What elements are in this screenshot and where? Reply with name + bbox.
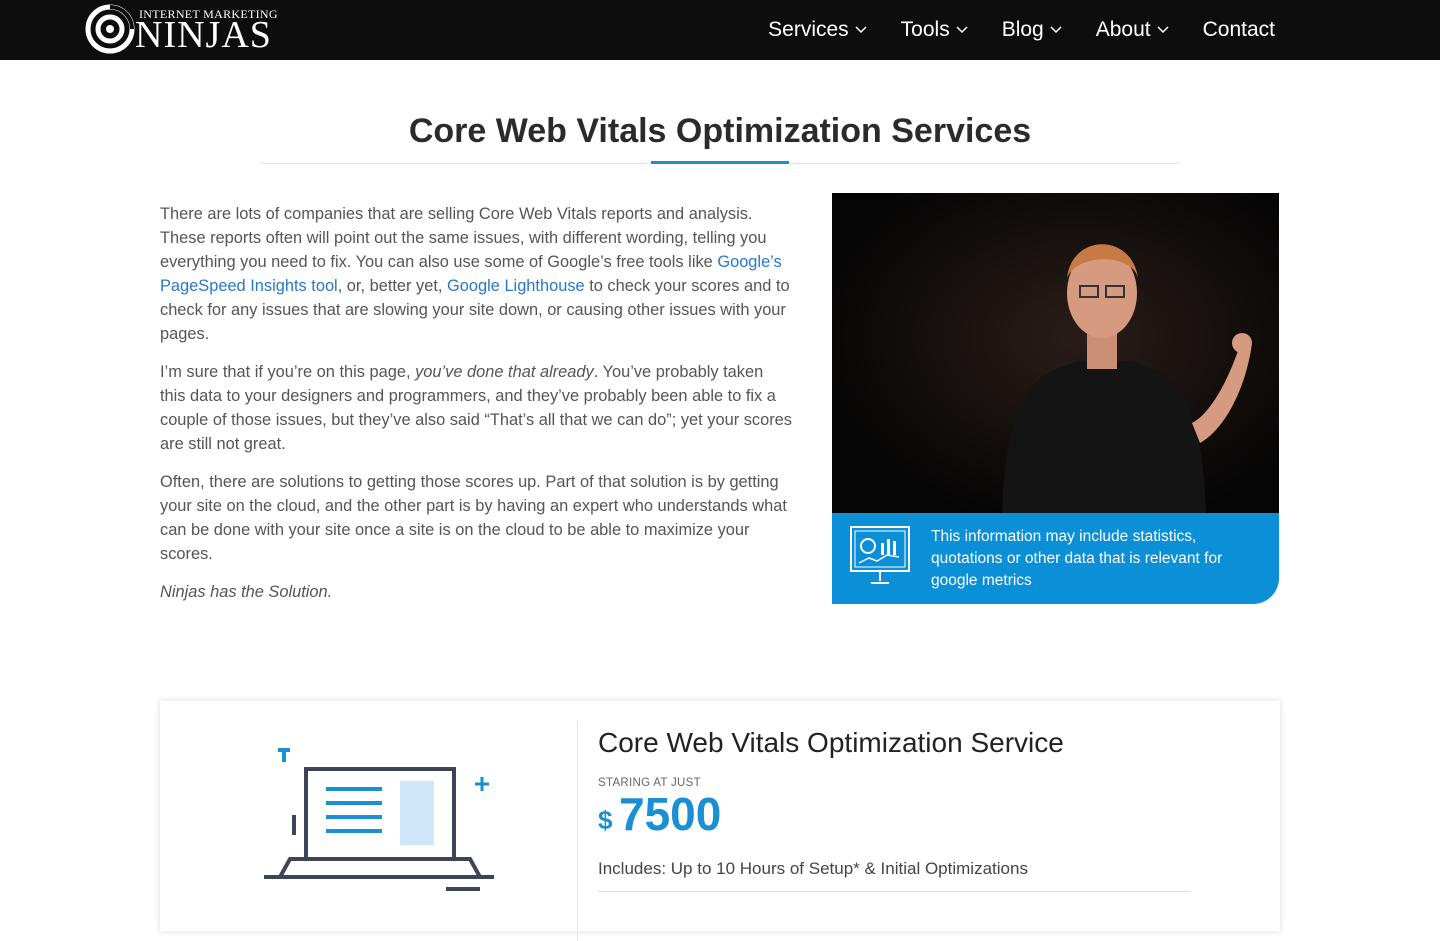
price-currency: $: [598, 805, 613, 835]
intro-paragraph: Ninjas has the Solution.: [160, 580, 792, 604]
service-title: Core Web Vitals Optimization Service: [598, 727, 1064, 758]
laptop-icon: [260, 731, 500, 905]
intro-paragraph: I’m sure that if you’re on this page, yo…: [160, 360, 792, 456]
includes-divider: [598, 891, 1190, 892]
intro-text: There are lots of companies that are sel…: [160, 202, 792, 618]
speaker-video-frame: [832, 193, 1279, 513]
chevron-down-icon: [956, 26, 968, 34]
intro-text-span: I’m sure that if you’re on this page,: [160, 363, 416, 381]
nav-tools-label: Tools: [900, 18, 950, 41]
intro-emphasis: you’ve done that already: [415, 363, 594, 381]
chevron-down-icon: [855, 26, 867, 34]
info-callout-text: This information may include statistics,…: [931, 528, 1223, 589]
google-lighthouse-link[interactable]: Google Lighthouse: [447, 277, 585, 295]
info-callout: This information may include statistics,…: [832, 513, 1279, 604]
intro-emphasis: Ninjas has the Solution.: [160, 583, 333, 601]
chevron-down-icon: [1050, 26, 1062, 34]
nav-blog-label: Blog: [1001, 18, 1044, 41]
top-navigation-bar: INTERNET MARKETING NINJAS Services Tools…: [0, 0, 1440, 60]
nav-services[interactable]: Services: [768, 18, 867, 42]
title-accent-underline: [651, 161, 789, 164]
intro-text-span: , or, better yet,: [337, 277, 448, 295]
logo-wordmark: NINJAS: [135, 14, 272, 56]
nav-contact[interactable]: Contact: [1203, 18, 1275, 42]
includes-text: Includes: Up to 10 Hours of Setup* & Ini…: [598, 859, 1028, 878]
nav-tools[interactable]: Tools: [901, 18, 968, 42]
intro-paragraph: There are lots of companies that are sel…: [160, 202, 792, 346]
nav-blog[interactable]: Blog: [1002, 18, 1062, 42]
nav-about[interactable]: About: [1096, 18, 1169, 42]
nav-contact-label: Contact: [1202, 18, 1275, 41]
main-nav: Services Tools Blog About Contact: [734, 0, 1275, 60]
card-divider: [577, 721, 578, 941]
ninja-swirl-logo-icon: [85, 4, 135, 54]
chevron-down-icon: [1157, 26, 1169, 34]
video-player[interactable]: [832, 193, 1279, 513]
nav-about-label: About: [1095, 18, 1151, 41]
price-value: 7500: [619, 788, 722, 840]
pricing-card: Core Web Vitals Optimization Service STA…: [160, 701, 1280, 941]
site-logo[interactable]: INTERNET MARKETING NINJAS: [85, 4, 278, 56]
nav-services-label: Services: [768, 18, 849, 41]
analytics-presentation-icon: [849, 525, 911, 589]
page-title: Core Web Vitals Optimization Services: [408, 112, 1032, 150]
intro-paragraph: Often, there are solutions to getting th…: [160, 473, 787, 563]
intro-text-span: There are lots of companies that are sel…: [160, 205, 767, 271]
